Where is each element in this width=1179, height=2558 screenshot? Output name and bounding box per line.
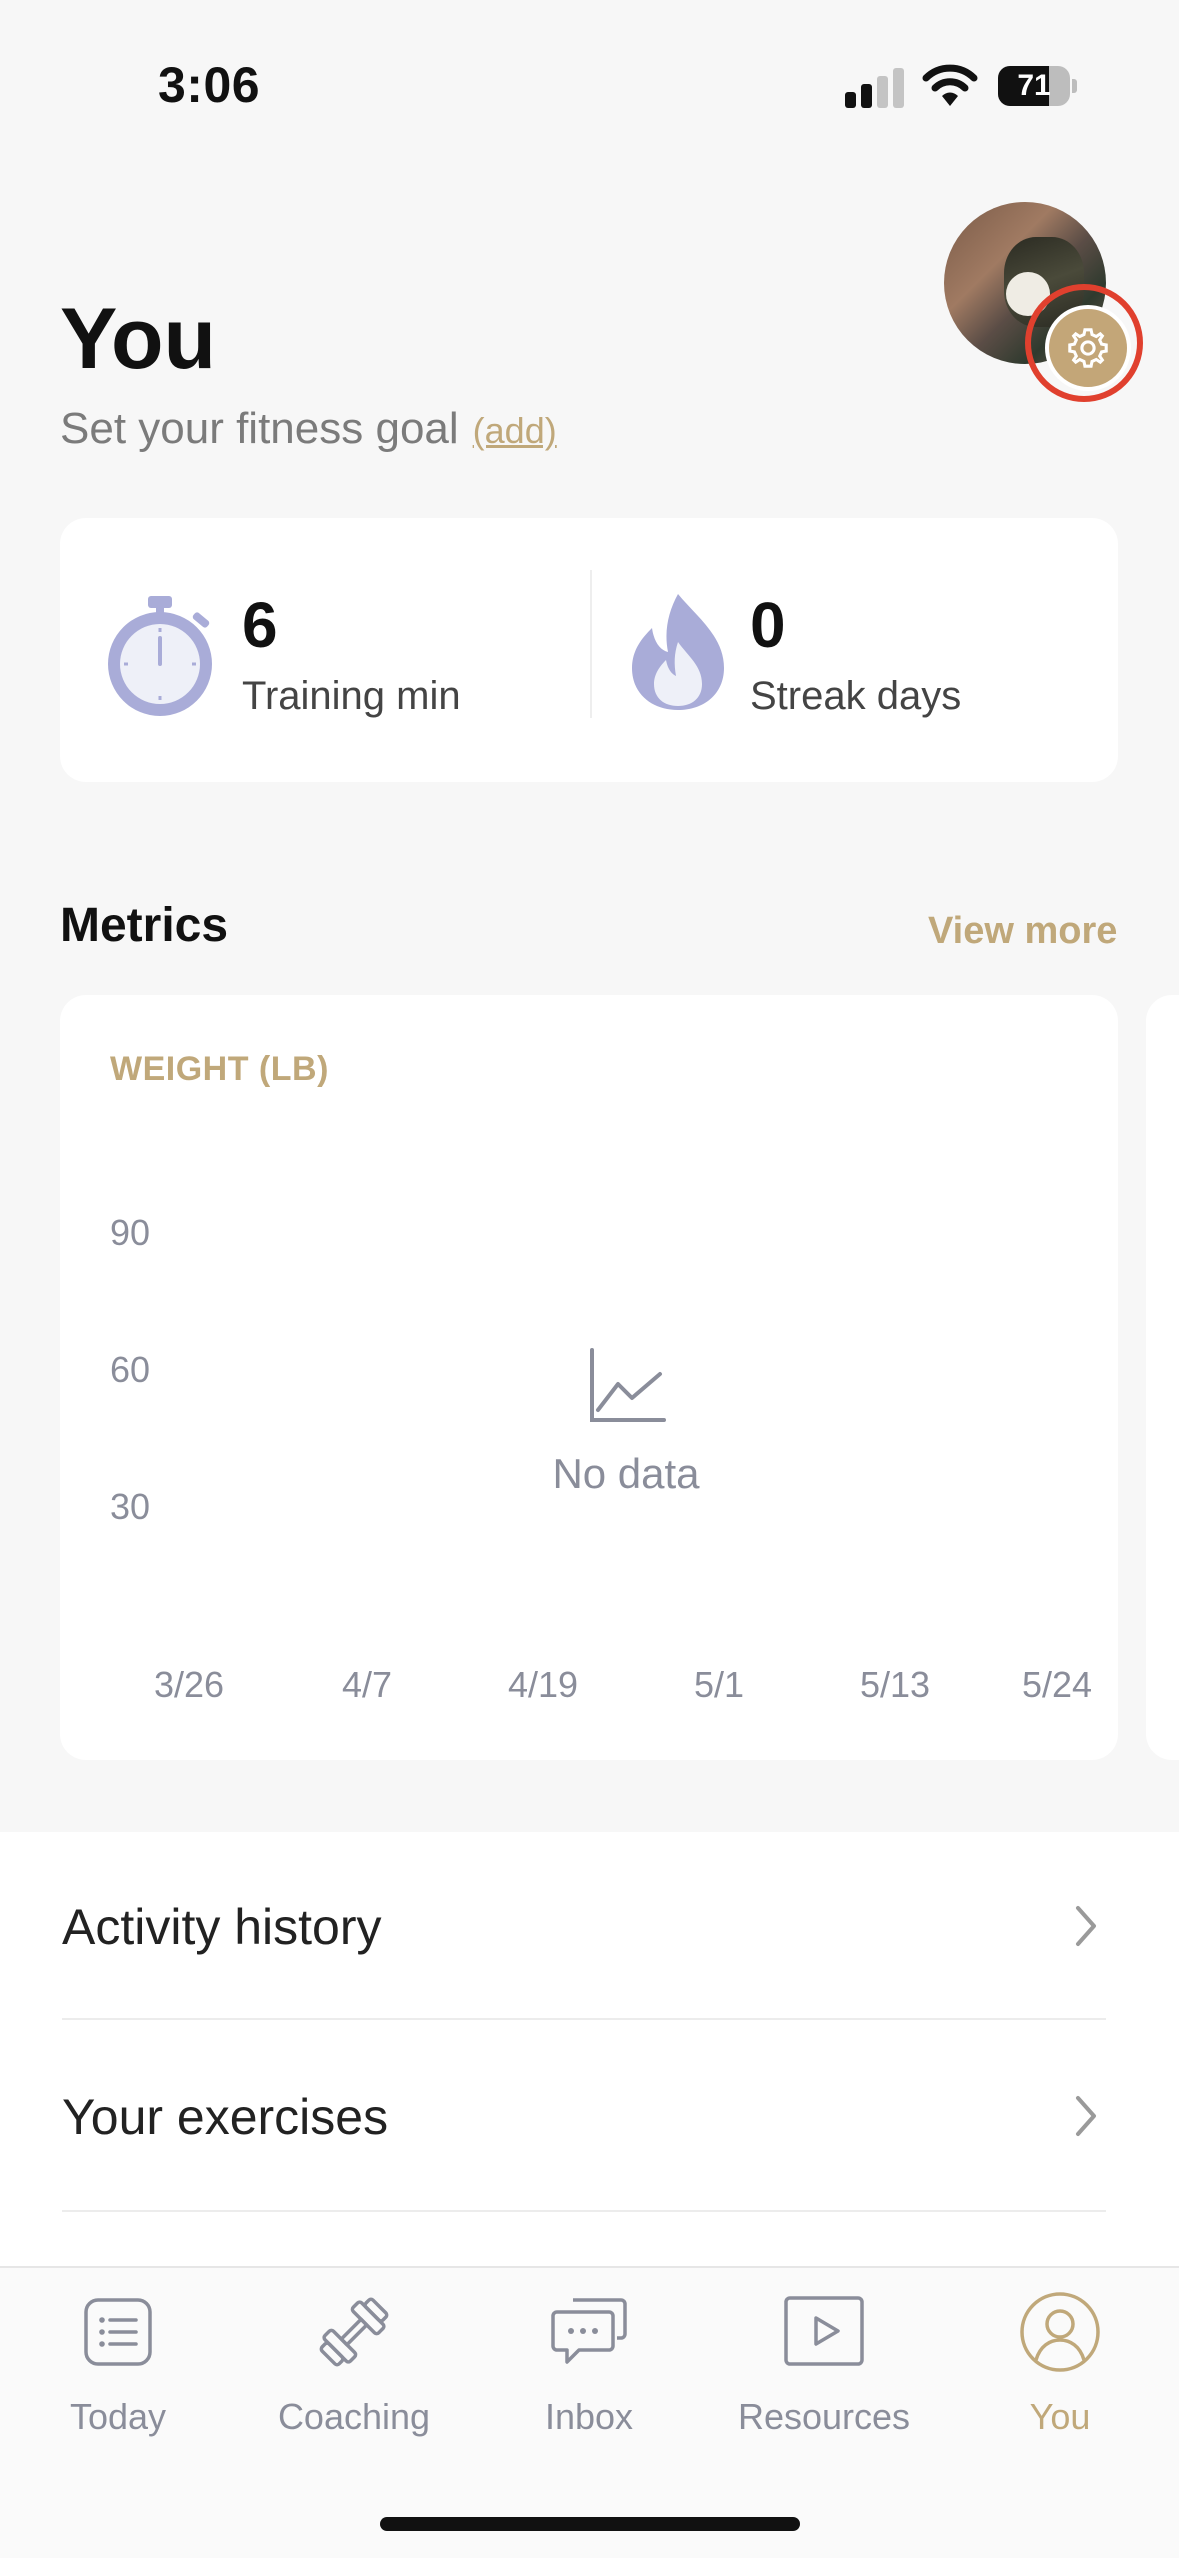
y-tick: 30 [110, 1486, 151, 1527]
x-tick: 4/7 [342, 1664, 393, 1705]
home-indicator[interactable] [380, 2517, 800, 2531]
tab-resources[interactable]: Resources [724, 2290, 924, 2460]
y-tick: 60 [110, 1349, 151, 1390]
fitness-goal-prompt: Set your fitness goal (add) [60, 404, 557, 454]
play-icon [784, 2296, 864, 2366]
chevron-right-icon [1076, 1906, 1096, 1946]
stopwatch-icon [104, 592, 216, 718]
your-exercises-row[interactable]: Your exercises [62, 2022, 1106, 2208]
tab-inbox[interactable]: Inbox [489, 2290, 689, 2460]
tab-label: Inbox [544, 2396, 634, 2437]
chevron-right-icon [1076, 2096, 1096, 2136]
x-tick: 5/24 [1022, 1664, 1093, 1705]
list-divider [62, 2018, 1106, 2020]
training-minutes-label: Training min [242, 674, 461, 718]
dumbbell-icon [319, 2297, 389, 2367]
stats-divider [590, 570, 592, 718]
x-tick: 5/1 [694, 1664, 745, 1705]
page-title: You [60, 291, 217, 387]
tab-label: Resources [737, 2396, 911, 2437]
highlight-ring [1025, 284, 1143, 402]
profile-icon [1020, 2292, 1100, 2372]
training-minutes-value: 6 [242, 589, 278, 661]
x-tick: 4/19 [508, 1664, 579, 1705]
list-icon [84, 2298, 152, 2366]
stats-card [60, 518, 1118, 782]
add-goal-link[interactable]: (add) [473, 410, 557, 451]
x-tick: 3/26 [154, 1664, 225, 1705]
tab-label: You [1029, 2396, 1091, 2437]
no-data-message: No data [552, 1450, 700, 1497]
streak-days-value: 0 [750, 589, 786, 661]
view-more-link[interactable]: View more [928, 910, 1117, 953]
battery-percentage: 71 [1017, 69, 1051, 102]
tab-you[interactable]: You [960, 2290, 1160, 2460]
chat-icon [551, 2298, 627, 2364]
cellular-signal-icon [845, 68, 905, 108]
tab-coaching[interactable]: Coaching [254, 2290, 454, 2460]
activity-history-label: Activity history [62, 1899, 382, 1955]
activity-history-row[interactable]: Activity history [62, 1832, 1106, 2018]
next-metric-card[interactable] [1146, 995, 1179, 1760]
tab-today[interactable]: Today [18, 2290, 218, 2460]
metrics-title: Metrics [60, 899, 229, 952]
x-tick: 5/13 [860, 1664, 931, 1705]
tab-label: Coaching [277, 2396, 431, 2437]
flame-icon [626, 592, 730, 712]
your-exercises-label: Your exercises [62, 2089, 389, 2145]
streak-days-label: Streak days [750, 674, 962, 718]
line-chart-icon [588, 1348, 666, 1424]
tab-label: Today [69, 2396, 167, 2437]
status-time: 3:06 [158, 57, 261, 113]
y-tick: 90 [110, 1212, 151, 1253]
battery-icon: 71 [998, 66, 1078, 106]
fitness-goal-text: Set your fitness goal [60, 404, 459, 453]
wifi-icon [922, 62, 978, 108]
metric-label: WEIGHT (LB) [110, 1050, 329, 1088]
list-divider [62, 2210, 1106, 2212]
